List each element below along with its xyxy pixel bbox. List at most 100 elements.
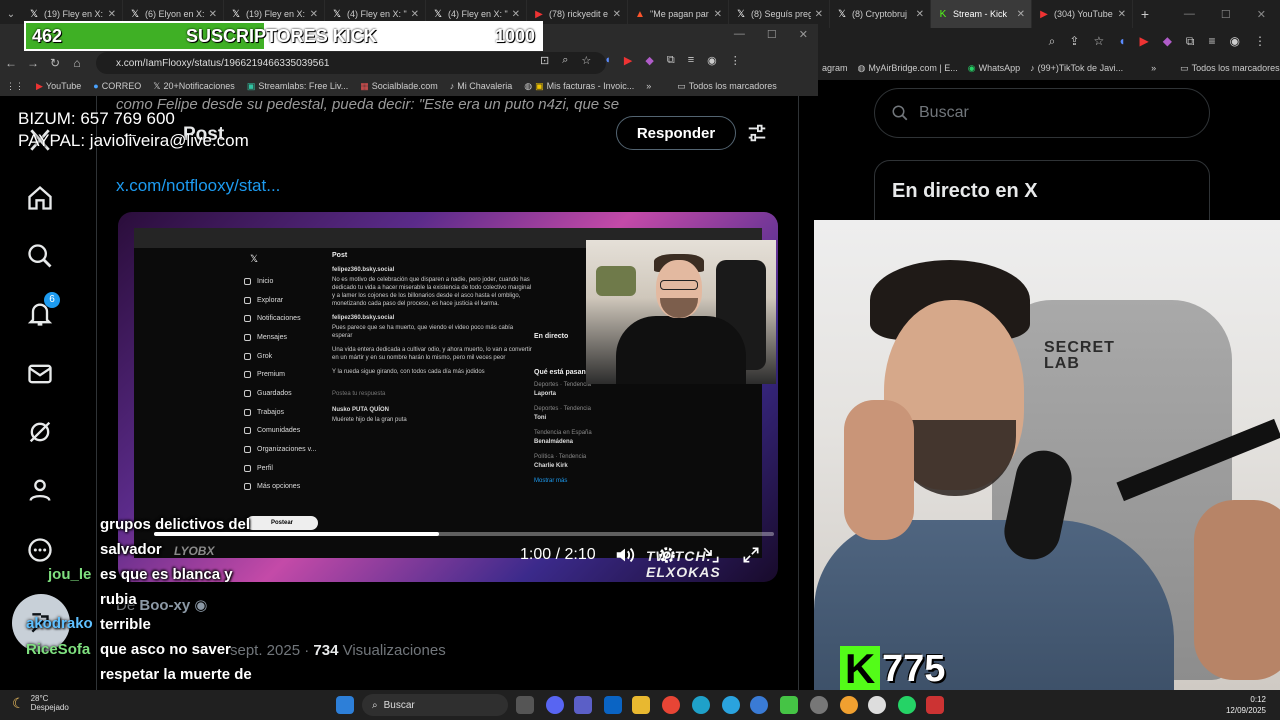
- tab-close-icon[interactable]: ✕: [916, 9, 924, 20]
- browser-tab[interactable]: ▶ (304) YouTube ✕: [1032, 0, 1133, 28]
- youtube-ext-icon[interactable]: ▶: [1139, 34, 1148, 49]
- menu-lines-icon[interactable]: ≡: [688, 54, 694, 67]
- more-options-icon[interactable]: [22, 532, 58, 568]
- extension-icon[interactable]: ◖: [604, 54, 611, 67]
- grok-icon[interactable]: [22, 414, 58, 450]
- tab-search-icon[interactable]: ⌄: [0, 9, 22, 20]
- tab-close-icon[interactable]: ✕: [310, 9, 318, 20]
- reply-button[interactable]: Responder: [616, 116, 736, 150]
- new-tab-button[interactable]: +: [1133, 6, 1157, 22]
- profile-avatar-icon[interactable]: ◉: [707, 54, 717, 67]
- weather-widget[interactable]: ☾ 28°C Despejado: [12, 694, 69, 712]
- discord-icon[interactable]: [546, 696, 564, 714]
- bookmark-myairbridge[interactable]: ◍ MyAirBridge.com | E...: [858, 63, 958, 74]
- tab-close-icon[interactable]: ✕: [411, 9, 419, 20]
- fullscreen-icon[interactable]: [740, 544, 762, 566]
- menu-lines-icon[interactable]: ≡: [1209, 34, 1216, 49]
- apps-grid-icon[interactable]: ⋮⋮: [6, 81, 24, 92]
- home-icon[interactable]: [22, 180, 58, 216]
- bookmark-tiktok[interactable]: ♪ (99+)TikTok de Javi...: [1030, 63, 1123, 73]
- profile-avatar-icon[interactable]: ◉: [1230, 34, 1240, 49]
- telegram-icon[interactable]: [722, 696, 740, 714]
- reload-icon[interactable]: ↻: [44, 56, 66, 70]
- byline-user[interactable]: Boo-xy: [139, 597, 190, 614]
- camtasia-icon[interactable]: [780, 696, 798, 714]
- bookmark-correo[interactable]: ● CORREO: [93, 81, 141, 91]
- all-bookmarks[interactable]: ▭ Todos los marcadores: [677, 81, 777, 92]
- whatsapp-icon[interactable]: [898, 696, 916, 714]
- bookmark-notificaciones[interactable]: 𝕏 20+Notificaciones: [153, 81, 235, 92]
- install-icon[interactable]: ⊡: [540, 54, 549, 67]
- browser-tab[interactable]: K Stream - Kick ✕: [931, 0, 1032, 28]
- outlook-icon[interactable]: [604, 696, 622, 714]
- profile-person-icon[interactable]: [22, 472, 58, 508]
- compose-post-button[interactable]: [12, 594, 70, 652]
- zoom-icon[interactable]: ⌕: [1049, 34, 1056, 49]
- tab-close-icon[interactable]: ✕: [512, 9, 520, 20]
- explore-search-icon[interactable]: [22, 238, 58, 274]
- right-search-input[interactable]: Buscar: [874, 88, 1210, 138]
- maximize-icon[interactable]: ☐: [767, 28, 777, 41]
- home-icon[interactable]: ⌂: [66, 56, 88, 70]
- bookmark-star-icon[interactable]: ☆: [581, 54, 591, 67]
- minimize-icon[interactable]: —: [1184, 8, 1195, 20]
- volume-icon[interactable]: [614, 544, 636, 566]
- extension-icon[interactable]: ◖: [1118, 34, 1125, 49]
- all-bookmarks[interactable]: ▭ Todos los marcadores: [1180, 63, 1280, 74]
- maximize-icon[interactable]: ☐: [1221, 8, 1231, 21]
- tab-close-icon[interactable]: ✕: [1017, 9, 1025, 20]
- taskbar-clock[interactable]: 0:12 12/09/2025: [1226, 694, 1266, 716]
- embedded-video-player[interactable]: 𝕏 Inicio Explorar Notificaciones Mensajes Gr…: [118, 212, 778, 582]
- chrome-icon[interactable]: [662, 696, 680, 714]
- bookmark-star-icon[interactable]: ☆: [1093, 34, 1104, 49]
- bookmark-youtube[interactable]: ▶ YouTube: [36, 81, 81, 92]
- close-icon[interactable]: ✕: [799, 28, 808, 41]
- edge-icon[interactable]: [692, 696, 710, 714]
- tab-close-icon[interactable]: ✕: [209, 9, 217, 20]
- zoom-icon[interactable]: ⌕: [562, 54, 568, 67]
- tab-close-icon[interactable]: ✕: [1118, 9, 1126, 20]
- task-view-icon[interactable]: [516, 696, 534, 714]
- address-bar[interactable]: x.com/IamFlooxy/status/19662194663350395…: [96, 52, 606, 74]
- teams-icon[interactable]: [574, 696, 592, 714]
- quoted-link[interactable]: x.com/notflooxy/stat...: [116, 176, 280, 196]
- bookmark-socialblade[interactable]: ▦ Socialblade.com: [360, 81, 438, 92]
- bookmark-whatsapp[interactable]: ◉ WhatsApp: [968, 63, 1020, 74]
- bookmark-instagram[interactable]: agram: [822, 63, 848, 73]
- windows-start-icon[interactable]: [336, 696, 354, 714]
- taskbar-search[interactable]: ⌕ Buscar: [362, 694, 508, 716]
- obs-icon[interactable]: [868, 696, 886, 714]
- messages-envelope-icon[interactable]: [22, 356, 58, 392]
- filter-sliders-icon[interactable]: [746, 122, 768, 149]
- pip-icon[interactable]: [700, 544, 722, 566]
- tab-close-icon[interactable]: ✕: [815, 9, 823, 20]
- close-icon[interactable]: ✕: [1257, 8, 1266, 21]
- tab-close-icon[interactable]: ✕: [108, 9, 116, 20]
- tab-close-icon[interactable]: ✕: [613, 9, 621, 20]
- bookmarks-overflow[interactable]: »: [1151, 63, 1156, 73]
- browser-globe-icon[interactable]: [750, 696, 768, 714]
- bookmark-facturas[interactable]: ◍ ▣ Mis facturas - Invoic...: [524, 81, 634, 92]
- file-explorer-icon[interactable]: [632, 696, 650, 714]
- app-icon-2[interactable]: [926, 696, 944, 714]
- puzzle-icon[interactable]: ⧉: [1186, 34, 1195, 49]
- steam-icon[interactable]: [810, 696, 828, 714]
- bookmarks-overflow[interactable]: »: [646, 81, 651, 91]
- youtube-ext-icon[interactable]: ▶: [624, 54, 632, 67]
- ext-icon-2[interactable]: ◆: [1163, 34, 1172, 49]
- bookmark-chavaleria[interactable]: ♪ Mi Chavaleria: [450, 81, 513, 91]
- ext-icon-2[interactable]: ◆: [645, 54, 653, 67]
- minimize-icon[interactable]: —: [734, 28, 745, 41]
- app-icon[interactable]: [840, 696, 858, 714]
- tab-close-icon[interactable]: ✕: [714, 9, 722, 20]
- video-progress-bar[interactable]: [154, 532, 774, 536]
- settings-gear-icon[interactable]: [656, 544, 678, 566]
- back-icon[interactable]: ←: [0, 56, 22, 70]
- kebab-menu-icon[interactable]: ⋮: [1254, 34, 1266, 49]
- share-icon[interactable]: ⇪: [1069, 34, 1079, 49]
- bookmark-streamlabs[interactable]: ▣ Streamlabs: Free Liv...: [247, 81, 348, 92]
- forward-icon[interactable]: →: [22, 56, 44, 70]
- puzzle-icon[interactable]: ⧉: [667, 54, 675, 67]
- notifications-bell-icon[interactable]: 6: [22, 292, 60, 332]
- browser-tab[interactable]: 𝕏 (8) Cryptobruj ✕: [830, 0, 931, 28]
